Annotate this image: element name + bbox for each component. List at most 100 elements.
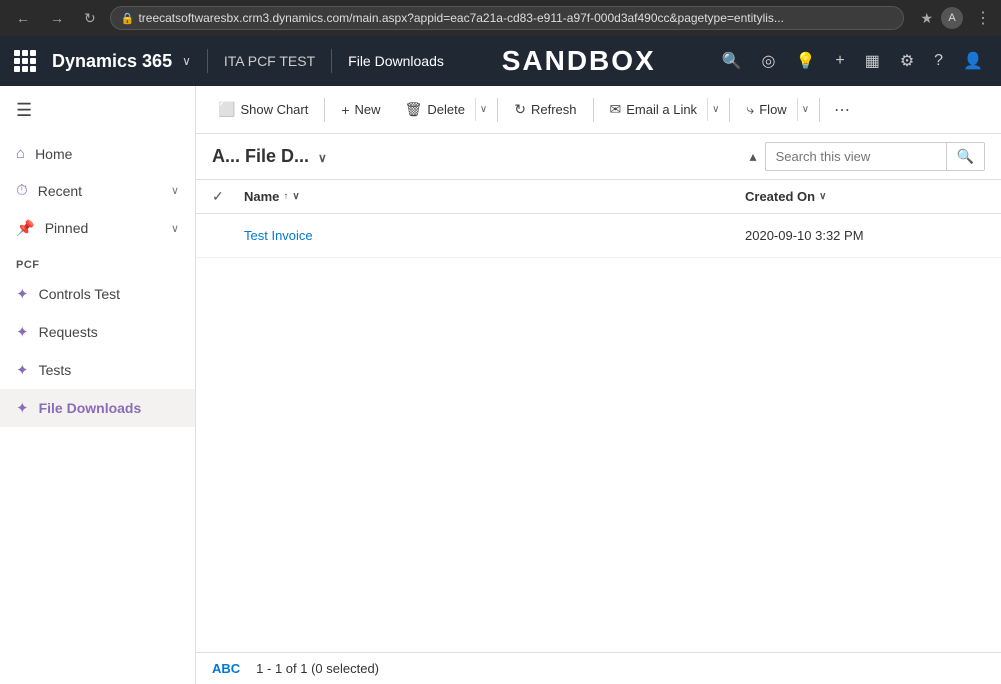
- view-title-chevron-icon[interactable]: ∨: [318, 151, 327, 165]
- new-icon: +: [341, 102, 349, 118]
- column-created-on[interactable]: Created On ∨: [745, 189, 985, 204]
- breadcrumb-2[interactable]: File Downloads: [348, 53, 444, 69]
- waffle-menu[interactable]: [10, 46, 40, 76]
- view-title: A... File D... ∨: [212, 146, 742, 167]
- footer-count: 1 - 1 of 1 (0 selected): [256, 661, 379, 676]
- lock-icon: 🔒: [121, 12, 135, 25]
- sidebar-item-tests[interactable]: ✦ Tests: [0, 351, 195, 389]
- table-row[interactable]: Test Invoice 2020-09-10 3:32 PM: [196, 214, 1001, 258]
- pinned-chevron-icon: ∨: [171, 222, 179, 235]
- browser-menu-icon[interactable]: ⋮: [975, 8, 991, 28]
- requests-icon: ✦: [16, 323, 29, 341]
- sidebar-item-pinned[interactable]: 📌 Pinned ∨: [0, 209, 195, 247]
- delete-button[interactable]: 🗑 Delete: [395, 95, 475, 124]
- flow-button[interactable]: ⤷ Flow: [736, 95, 796, 124]
- toolbar: ⬜ Show Chart + New 🗑 Delete ∨ ↻ Refresh …: [196, 86, 1001, 134]
- search-input[interactable]: [766, 144, 946, 169]
- app-name[interactable]: Dynamics 365: [52, 51, 172, 72]
- email-link-dropdown-icon[interactable]: ∨: [707, 98, 723, 121]
- bulb-icon-btn[interactable]: 💡: [787, 45, 823, 77]
- sidebar-label-pinned: Pinned: [45, 220, 161, 236]
- sidebar-label-file-downloads: File Downloads: [39, 400, 179, 416]
- search-button[interactable]: 🔍: [946, 143, 984, 170]
- header-check[interactable]: ✓: [212, 188, 244, 205]
- sidebar-label-home: Home: [35, 146, 179, 162]
- breadcrumb-1[interactable]: ITA PCF TEST: [224, 53, 315, 69]
- footer: ABC 1 - 1 of 1 (0 selected): [196, 652, 1001, 684]
- tests-icon: ✦: [16, 361, 29, 379]
- sidebar-item-file-downloads[interactable]: ✦ File Downloads: [0, 389, 195, 427]
- new-label: New: [355, 102, 381, 117]
- show-chart-icon: ⬜: [218, 101, 235, 118]
- sandbox-label: SANDBOX: [452, 45, 706, 77]
- profile-nav-icon-btn[interactable]: 👤: [955, 45, 991, 77]
- sidebar-item-home[interactable]: ⌂ Home: [0, 135, 195, 172]
- sidebar-hamburger[interactable]: ☰: [0, 86, 195, 135]
- add-icon-btn[interactable]: +: [827, 46, 852, 76]
- view-title-text: A... File D...: [212, 146, 309, 166]
- recent-icon: ⏱: [16, 182, 28, 199]
- flow-dropdown-icon[interactable]: ∨: [797, 98, 813, 121]
- toolbar-divider-2: [497, 98, 498, 122]
- search-icon-btn[interactable]: 🔍: [714, 45, 750, 77]
- sidebar-label-requests: Requests: [39, 324, 179, 340]
- more-actions-icon[interactable]: ⋯: [826, 96, 858, 124]
- main-layout: ☰ ⌂ Home ⏱ Recent ∨ 📌 Pinned ∨ PCF ✦ Con…: [0, 86, 1001, 684]
- name-chevron-icon[interactable]: ∨: [292, 191, 299, 202]
- forward-button[interactable]: →: [44, 6, 70, 30]
- created-chevron-icon[interactable]: ∨: [819, 191, 826, 202]
- flow-label: Flow: [759, 102, 786, 117]
- app-chevron-icon[interactable]: ∨: [182, 54, 191, 68]
- profile-icon[interactable]: A: [941, 7, 963, 29]
- browser-chrome: ← → ↻ 🔒 treecatsoftwaresbx.crm3.dynamics…: [0, 0, 1001, 36]
- header-checkbox-icon: ✓: [212, 188, 224, 204]
- filter-icon-btn[interactable]: ▦: [857, 45, 888, 77]
- target-icon-btn[interactable]: ◎: [753, 45, 783, 77]
- content-area: ⬜ Show Chart + New 🗑 Delete ∨ ↻ Refresh …: [196, 86, 1001, 684]
- home-icon: ⌂: [16, 145, 25, 162]
- delete-label: Delete: [427, 102, 465, 117]
- recent-chevron-icon: ∨: [171, 184, 179, 197]
- data-table: ✓ Name ↑ ∨ Created On ∨ Test Invoice 202…: [196, 180, 1001, 652]
- back-button[interactable]: ←: [10, 6, 36, 30]
- flow-icon: ⤷: [746, 101, 754, 118]
- settings-icon-btn[interactable]: ⚙: [892, 45, 922, 77]
- search-box: 🔍: [765, 142, 985, 171]
- help-icon-btn[interactable]: ?: [926, 46, 951, 76]
- bookmark-icon[interactable]: ★: [920, 10, 933, 27]
- sidebar-label-recent: Recent: [38, 183, 161, 199]
- show-chart-button[interactable]: ⬜ Show Chart: [208, 95, 318, 124]
- view-header: A... File D... ∨ ▴ 🔍: [196, 134, 1001, 180]
- refresh-button[interactable]: ↻ Refresh: [504, 95, 586, 124]
- sidebar: ☰ ⌂ Home ⏱ Recent ∨ 📌 Pinned ∨ PCF ✦ Con…: [0, 86, 196, 684]
- top-navigation: Dynamics 365 ∨ ITA PCF TEST File Downloa…: [0, 36, 1001, 86]
- email-link-button[interactable]: ✉ Email a Link: [600, 95, 708, 124]
- sidebar-item-recent[interactable]: ⏱ Recent ∨: [0, 172, 195, 209]
- delete-icon: 🗑: [405, 101, 423, 118]
- file-downloads-icon: ✦: [16, 399, 29, 417]
- table-header: ✓ Name ↑ ∨ Created On ∨: [196, 180, 1001, 214]
- sidebar-item-requests[interactable]: ✦ Requests: [0, 313, 195, 351]
- refresh-icon: ↻: [514, 101, 526, 118]
- sidebar-label-tests: Tests: [39, 362, 179, 378]
- footer-abc[interactable]: ABC: [212, 661, 240, 676]
- filter-icon[interactable]: ▴: [750, 148, 757, 165]
- reload-button[interactable]: ↻: [78, 6, 102, 31]
- show-chart-label: Show Chart: [240, 102, 308, 117]
- column-name-label: Name: [244, 189, 279, 204]
- new-button[interactable]: + New: [331, 96, 390, 124]
- email-link-label: Email a Link: [626, 102, 697, 117]
- nav-divider-2: [331, 49, 332, 73]
- sidebar-item-controls-test[interactable]: ✦ Controls Test: [0, 275, 195, 313]
- column-created-label: Created On: [745, 189, 815, 204]
- address-text: treecatsoftwaresbx.crm3.dynamics.com/mai…: [138, 11, 784, 25]
- toolbar-divider-1: [324, 98, 325, 122]
- sidebar-section-pcf: PCF: [0, 247, 195, 275]
- column-name[interactable]: Name ↑ ∨: [244, 189, 745, 204]
- toolbar-divider-5: [819, 98, 820, 122]
- pinned-icon: 📌: [16, 219, 35, 237]
- delete-dropdown-icon[interactable]: ∨: [475, 98, 491, 121]
- sidebar-label-controls-test: Controls Test: [39, 286, 179, 302]
- row-name[interactable]: Test Invoice: [244, 228, 745, 243]
- address-bar[interactable]: 🔒 treecatsoftwaresbx.crm3.dynamics.com/m…: [110, 6, 905, 30]
